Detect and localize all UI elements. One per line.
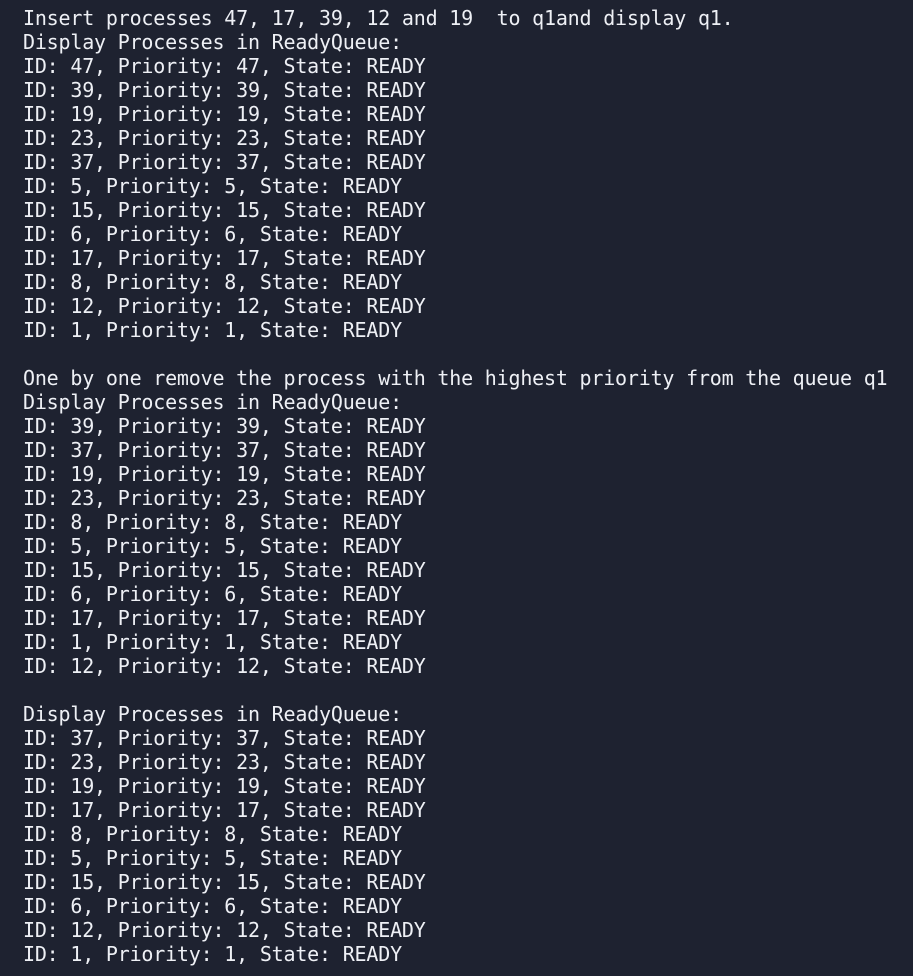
queue-listing-1: ID: 47, Priority: 47, State: READY ID: 3… bbox=[23, 54, 913, 342]
queue-listing-3: ID: 37, Priority: 37, State: READY ID: 2… bbox=[23, 726, 913, 966]
insert-message: Insert processes 47, 17, 39, 12 and 19 t… bbox=[23, 6, 734, 30]
process-line: ID: 37, Priority: 37, State: READY bbox=[23, 726, 426, 750]
process-line: ID: 17, Priority: 17, State: READY bbox=[23, 246, 426, 270]
queue-listing-2: ID: 39, Priority: 39, State: READY ID: 3… bbox=[23, 414, 913, 678]
process-line: ID: 19, Priority: 19, State: READY bbox=[23, 462, 426, 486]
process-line: ID: 23, Priority: 23, State: READY bbox=[23, 486, 426, 510]
process-line: ID: 39, Priority: 39, State: READY bbox=[23, 414, 426, 438]
remove-message: One by one remove the process with the h… bbox=[23, 366, 888, 390]
process-line: ID: 39, Priority: 39, State: READY bbox=[23, 78, 426, 102]
process-line: ID: 15, Priority: 15, State: READY bbox=[23, 558, 426, 582]
process-line: ID: 6, Priority: 6, State: READY bbox=[23, 582, 402, 606]
process-line: ID: 12, Priority: 12, State: READY bbox=[23, 654, 426, 678]
process-line: ID: 17, Priority: 17, State: READY bbox=[23, 798, 426, 822]
process-line: ID: 1, Priority: 1, State: READY bbox=[23, 318, 402, 342]
process-line: ID: 6, Priority: 6, State: READY bbox=[23, 222, 402, 246]
display-header: Display Processes in ReadyQueue: bbox=[23, 30, 402, 54]
process-line: ID: 15, Priority: 15, State: READY bbox=[23, 870, 426, 894]
process-line: ID: 17, Priority: 17, State: READY bbox=[23, 606, 426, 630]
display-header: Display Processes in ReadyQueue: bbox=[23, 702, 402, 726]
process-line: ID: 12, Priority: 12, State: READY bbox=[23, 918, 426, 942]
process-line: ID: 37, Priority: 37, State: READY bbox=[23, 150, 426, 174]
process-line: ID: 1, Priority: 1, State: READY bbox=[23, 942, 402, 966]
process-line: ID: 23, Priority: 23, State: READY bbox=[23, 750, 426, 774]
process-line: ID: 5, Priority: 5, State: READY bbox=[23, 174, 402, 198]
process-line: ID: 19, Priority: 19, State: READY bbox=[23, 102, 426, 126]
terminal-output: Insert processes 47, 17, 39, 12 and 19 t… bbox=[0, 0, 913, 976]
process-line: ID: 5, Priority: 5, State: READY bbox=[23, 846, 402, 870]
process-line: ID: 8, Priority: 8, State: READY bbox=[23, 510, 402, 534]
process-line: ID: 15, Priority: 15, State: READY bbox=[23, 198, 426, 222]
process-line: ID: 37, Priority: 37, State: READY bbox=[23, 438, 426, 462]
process-line: ID: 8, Priority: 8, State: READY bbox=[23, 822, 402, 846]
process-line: ID: 47, Priority: 47, State: READY bbox=[23, 54, 426, 78]
process-line: ID: 6, Priority: 6, State: READY bbox=[23, 894, 402, 918]
process-line: ID: 12, Priority: 12, State: READY bbox=[23, 294, 426, 318]
display-header: Display Processes in ReadyQueue: bbox=[23, 390, 402, 414]
process-line: ID: 23, Priority: 23, State: READY bbox=[23, 126, 426, 150]
process-line: ID: 19, Priority: 19, State: READY bbox=[23, 774, 426, 798]
process-line: ID: 1, Priority: 1, State: READY bbox=[23, 630, 402, 654]
process-line: ID: 8, Priority: 8, State: READY bbox=[23, 270, 402, 294]
process-line: ID: 5, Priority: 5, State: READY bbox=[23, 534, 402, 558]
